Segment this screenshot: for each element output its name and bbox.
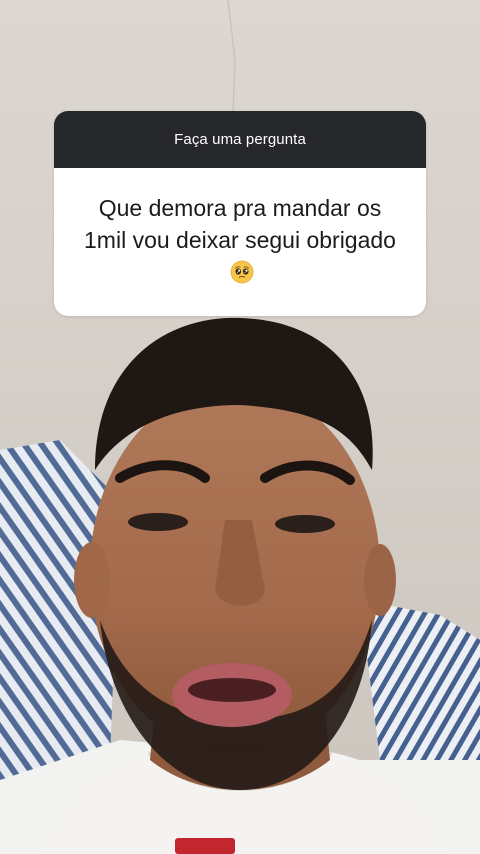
question-text: Que demora pra mandar os 1mil vou deixar… (78, 192, 402, 288)
story-view: Faça uma pergunta Que demora pra mandar … (0, 0, 480, 854)
question-text-content: Que demora pra mandar os 1mil vou deixar… (84, 195, 396, 253)
pleading-face-icon (230, 260, 254, 284)
question-sticker-header: Faça uma pergunta (54, 111, 426, 168)
question-sticker-title: Faça uma pergunta (174, 131, 306, 148)
question-sticker-body: Que demora pra mandar os 1mil vou deixar… (54, 168, 426, 316)
question-sticker[interactable]: Faça uma pergunta Que demora pra mandar … (54, 111, 426, 316)
